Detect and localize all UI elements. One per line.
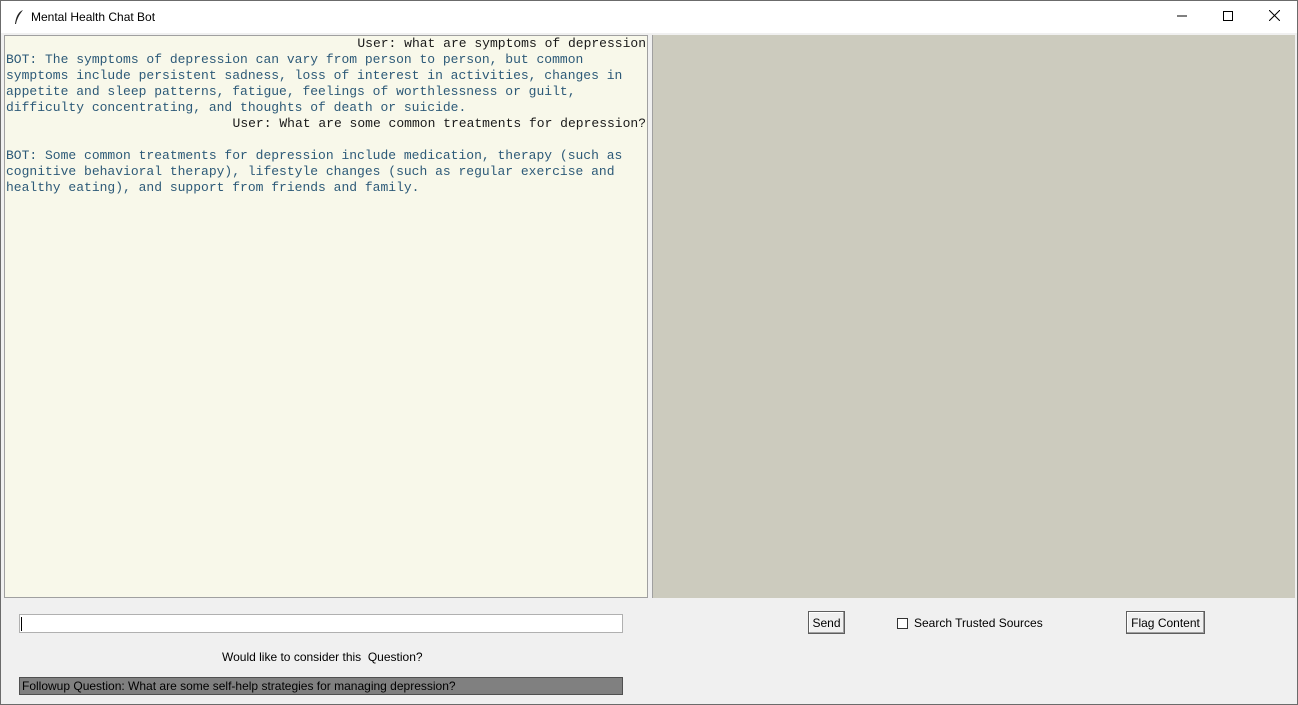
window-controls — [1159, 1, 1297, 33]
minimize-icon — [1177, 8, 1187, 26]
feather-icon — [11, 9, 27, 25]
message-input[interactable] — [19, 614, 623, 633]
user-message: User: What are some common treatments fo… — [232, 116, 646, 131]
side-panel — [652, 35, 1295, 598]
send-button[interactable]: Send — [808, 611, 845, 634]
search-trusted-sources-toggle[interactable]: Search Trusted Sources — [897, 616, 1043, 630]
followup-prompt: Would like to consider this Question? — [222, 650, 423, 664]
followup-question[interactable]: Followup Question: What are some self-he… — [19, 677, 623, 695]
search-trusted-label: Search Trusted Sources — [914, 616, 1043, 630]
bot-message: BOT: Some common treatments for depressi… — [6, 148, 623, 195]
title-bar[interactable]: Mental Health Chat Bot — [1, 1, 1297, 33]
user-message: User: what are symptoms of depression — [357, 36, 646, 51]
search-trusted-checkbox[interactable] — [897, 617, 908, 629]
close-button[interactable] — [1251, 1, 1297, 33]
chat-history[interactable]: User: what are symptoms of depression BO… — [4, 35, 648, 598]
window-title: Mental Health Chat Bot — [31, 10, 156, 24]
close-icon — [1268, 8, 1280, 26]
maximize-button[interactable] — [1205, 1, 1251, 33]
maximize-icon — [1223, 8, 1233, 26]
text-cursor — [21, 617, 22, 631]
bot-message: BOT: The symptoms of depression can vary… — [6, 52, 623, 115]
app-window: Mental Health Chat Bot User: what are sy… — [0, 0, 1298, 705]
flag-content-button[interactable]: Flag Content — [1126, 611, 1205, 634]
minimize-button[interactable] — [1159, 1, 1205, 33]
